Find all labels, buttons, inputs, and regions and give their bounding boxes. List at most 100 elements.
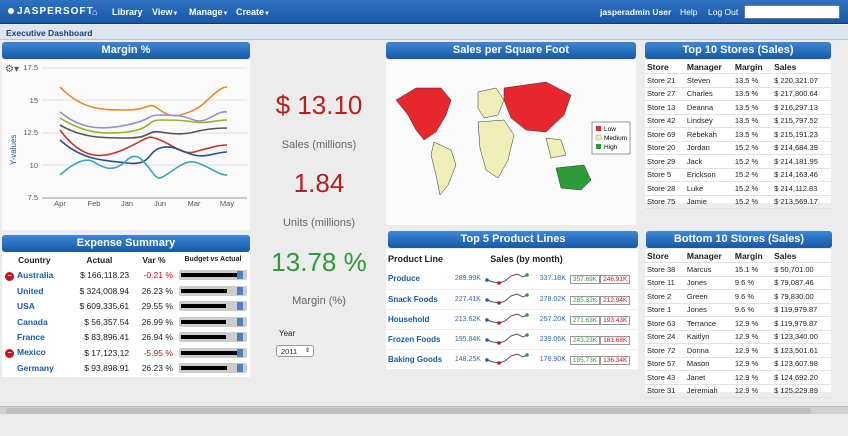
sparkline-start-dot	[485, 298, 489, 302]
nav-manage[interactable]: Manage▼	[189, 7, 228, 17]
cell-product-name[interactable]: Produce	[386, 269, 450, 289]
cell-margin: 13.5 %	[734, 116, 759, 126]
logout-link[interactable]: Log Out	[708, 7, 738, 17]
table-row: United $ 324,008.94 26.23 %	[2, 283, 250, 299]
map-region-europe[interactable]	[477, 87, 505, 119]
cell-var: 26.99 %	[141, 316, 173, 327]
nav-create[interactable]: Create▼	[236, 7, 270, 17]
x-tick: Jan	[121, 199, 133, 208]
table-row: Store 42 Lindsey 13.5 % $ 215,797.52	[645, 114, 831, 128]
cell-max-min: 185.73K 136.34K	[568, 349, 638, 369]
products-header: Top 5 Product Lines	[388, 231, 638, 248]
sparkline-start-dot	[485, 338, 489, 342]
nav-view[interactable]: View▼	[152, 7, 178, 17]
col-budget-vs-actual: Budget vs Actual	[184, 256, 242, 264]
cell-sales: $ 123,607.98	[774, 359, 818, 369]
cell-country[interactable]: − Australia	[2, 268, 67, 284]
cell-product-name[interactable]: Snack Foods	[386, 289, 450, 309]
sparkline-path	[486, 333, 528, 344]
jaspersoft-logo: JASPERSOFT	[8, 6, 94, 17]
cell-country[interactable]: Canada	[2, 314, 67, 330]
map-region-southeast-asia[interactable]	[545, 137, 567, 159]
cell-var: 29.55 %	[141, 301, 173, 312]
country-name: Australia	[17, 269, 54, 280]
sparkline-path	[486, 353, 528, 364]
cell-sparkline	[483, 329, 535, 349]
sparkline-min-dot	[497, 341, 501, 345]
map-region-north-america[interactable]	[395, 87, 452, 141]
cell-bullet	[176, 299, 250, 315]
cell-actual: $ 83,896.41	[84, 332, 130, 343]
cell-manager: Erickson	[686, 170, 716, 180]
min-value: 246.91K	[600, 275, 631, 285]
nav-create-label: Create	[236, 7, 265, 17]
col-store: Store	[647, 250, 669, 261]
table-row: Household 213.62K 257.20K 271.63K 193.43K	[386, 309, 638, 329]
col-actual: Actual	[86, 254, 113, 265]
sparkline	[485, 272, 529, 285]
cell-store: Store 1	[647, 305, 672, 315]
cell-product-name[interactable]: Household	[386, 309, 450, 329]
search-input[interactable]	[744, 5, 840, 19]
col-manager: Manager	[686, 61, 722, 72]
sparkline-end-dot	[525, 293, 529, 297]
map-region-africa[interactable]	[477, 119, 515, 179]
sparkline-start-dot	[485, 358, 489, 362]
bullet-fill	[180, 304, 226, 309]
sparkline-min-dot	[497, 361, 501, 365]
table-row: Store 13 Deanna 13.5 % $ 216,297.13	[645, 101, 831, 114]
products-panel: Product Line Sales (by month) Produce 289.…	[386, 249, 638, 369]
margin-kpi-label: Margin (%)	[292, 295, 346, 307]
cell-country[interactable]: Germany	[2, 361, 67, 377]
x-tick: May	[220, 199, 234, 208]
cell-manager: Green	[686, 291, 708, 301]
cell-bullet	[176, 361, 250, 377]
cell-country[interactable]: USA	[2, 299, 67, 315]
cell-product-name[interactable]: Baking Goods	[386, 349, 450, 369]
cell-country[interactable]: France	[2, 330, 67, 346]
chart-options-gear-icon[interactable]: ⚙▾	[5, 64, 19, 75]
cell-manager: Steven	[686, 75, 711, 85]
sparkline-end-dot	[525, 272, 529, 277]
cell-margin: 12.9 %	[734, 318, 759, 328]
cell-actual: $ 324,008.94	[79, 285, 130, 296]
series-line	[59, 155, 228, 179]
cell-store: Store 28	[647, 183, 676, 193]
map-region-south-america[interactable]	[430, 141, 457, 196]
map-region-australia[interactable]	[555, 164, 592, 191]
cell-store: Store 5	[647, 170, 672, 180]
cell-product-name[interactable]: Frozen Foods	[386, 329, 450, 349]
help-link[interactable]: Help	[680, 7, 697, 17]
nav-library[interactable]: Library	[112, 7, 143, 17]
scrollbar-thumb[interactable]	[6, 408, 811, 414]
cell-country[interactable]: United	[2, 283, 67, 299]
cell-end-value: 278.02K	[539, 295, 566, 303]
cell-margin: 12.9 %	[734, 332, 759, 342]
bullet-fill	[180, 319, 227, 324]
map-region-asia[interactable]	[503, 81, 572, 133]
sparkline-end-dot	[525, 313, 529, 317]
cell-store: Store 29	[647, 156, 676, 166]
cell-country[interactable]: − Mexico	[2, 345, 67, 361]
cell-sales: $ 217,800.64	[774, 89, 818, 99]
cell-sales: $ 119,979.87	[774, 318, 818, 328]
table-row: Store 11 Jones 9.6 % $ 79,087.46	[645, 276, 831, 290]
chevron-down-icon: ▼	[172, 11, 179, 17]
home-icon[interactable]: ⌂	[92, 7, 97, 17]
units-kpi-label: Units (millions)	[282, 217, 356, 229]
cell-store: Store 63	[647, 318, 676, 328]
cell-margin: 9.6 %	[734, 291, 755, 301]
year-select[interactable]: 2011 ⇕	[276, 345, 314, 357]
table-header-row: Country Actual Var % Budget vs Actual	[2, 252, 250, 268]
sparkline	[485, 333, 529, 345]
bullet-bar	[178, 270, 247, 281]
cell-start-value: 289.99K	[454, 275, 481, 283]
cell-bullet	[176, 330, 250, 346]
dashboard-title: Executive Dashboard	[6, 28, 93, 38]
table-row: France $ 83,896.41 26.94 %	[2, 330, 250, 346]
cell-margin: 12.9 %	[734, 386, 759, 396]
horizontal-scrollbar[interactable]	[0, 406, 848, 414]
bullet-target	[237, 302, 243, 311]
cell-var: 26.23 %	[141, 285, 173, 296]
bullet-fill	[180, 335, 227, 340]
